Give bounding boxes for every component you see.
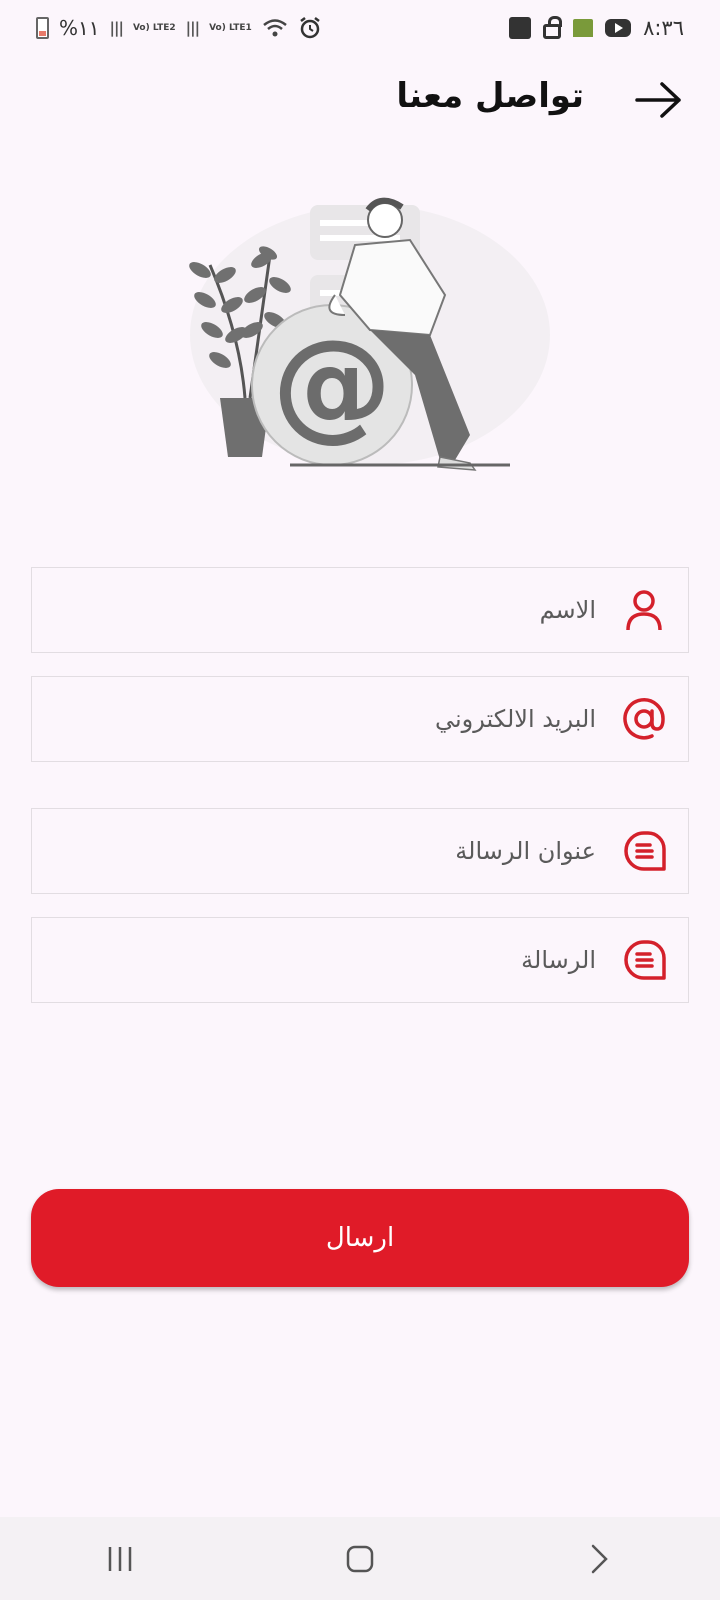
arrow-right-icon[interactable] (634, 78, 684, 122)
status-bar: %١١ ||| Vo) LTE2 ||| Vo) LTE1 ٨:٣٦ (0, 0, 720, 56)
lock-icon (543, 15, 563, 39)
message-field[interactable]: الرسالة (31, 917, 689, 1003)
system-nav-bar (0, 1517, 720, 1600)
wifi-icon (262, 19, 287, 37)
name-field[interactable]: الاسم (31, 567, 689, 653)
mosque-app-icon (573, 19, 594, 37)
message-icon (622, 938, 666, 982)
signal-icon-2: ||| (185, 19, 200, 37)
message-placeholder: الرسالة (521, 946, 596, 974)
email-placeholder: البريد الالكتروني (434, 705, 596, 733)
youtube-icon (605, 19, 632, 37)
network-lte2-label: Vo) LTE2 (132, 22, 176, 33)
recent-apps-icon[interactable] (90, 1534, 150, 1584)
contact-illustration: @ (189, 197, 550, 471)
battery-percent: %١١ (59, 16, 100, 40)
signal-icon: ||| (109, 19, 124, 37)
email-field[interactable]: البريد الالكتروني (31, 676, 689, 762)
svg-text:@: @ (272, 315, 392, 454)
person-icon (622, 588, 666, 632)
send-button[interactable]: ارسال (31, 1189, 689, 1287)
status-right: ٨:٣٦ (509, 15, 684, 40)
name-placeholder: الاسم (539, 596, 596, 624)
subject-placeholder: عنوان الرسالة (455, 837, 596, 865)
home-icon[interactable] (330, 1534, 390, 1584)
message-icon (622, 829, 666, 873)
alarm-icon (300, 17, 320, 39)
subject-field[interactable]: عنوان الرسالة (31, 808, 689, 894)
back-icon[interactable] (570, 1534, 630, 1584)
app-header: تواصل معنا (0, 60, 720, 140)
page-title: تواصل معنا (396, 76, 584, 116)
status-left: %١١ ||| Vo) LTE2 ||| Vo) LTE1 (36, 16, 322, 40)
network-lte1-label: Vo) LTE1 (209, 22, 252, 33)
image-notification-icon (509, 17, 532, 39)
at-icon (622, 697, 666, 741)
clock: ٨:٣٦ (643, 16, 684, 40)
battery-icon (36, 17, 49, 39)
